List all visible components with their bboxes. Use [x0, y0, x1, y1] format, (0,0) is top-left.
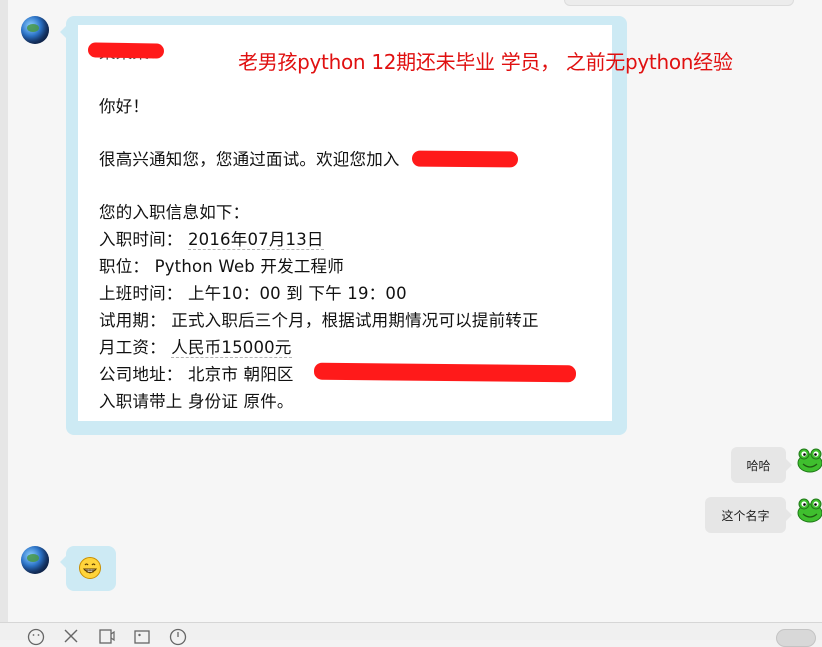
position-line: 职位： Python Web 开发工程师: [99, 253, 344, 277]
salary-label: 月工资：: [99, 338, 166, 357]
notice-line: 很高兴通知您，您通过面试。欢迎您加入: [99, 150, 400, 169]
greeting-line: 你好！: [99, 97, 150, 116]
hours-label: 上班时间：: [99, 284, 183, 303]
red-annotation-text: 老男孩python 12期还未毕业 学员， 之前无python经验: [238, 50, 733, 74]
probation-line: 试用期： 正式入职后三个月，根据试用期情况可以提前转正: [99, 307, 539, 331]
frog-avatar-icon[interactable]: [796, 446, 822, 474]
salary-line: 月工资： 人民币15000元: [99, 334, 292, 358]
contact-avatar[interactable]: [21, 546, 49, 574]
previous-message-bubble: [564, 0, 794, 6]
reply-message-2[interactable]: 这个名字: [705, 497, 792, 533]
address-value: 北京市 朝阳区: [187, 365, 294, 384]
probation-value: 正式入职后三个月，根据试用期情况可以提前转正: [171, 311, 539, 330]
toggle-switch[interactable]: [776, 629, 816, 647]
start-date-value: 2016年07月13日: [187, 230, 324, 250]
salary-value: 人民币15000元: [171, 338, 292, 358]
image-icon[interactable]: [133, 628, 151, 646]
redaction-mark-name: [87, 42, 165, 59]
address-line: 公司地址： 北京市 朝阳区: [99, 361, 294, 385]
clock-icon[interactable]: [169, 628, 187, 646]
info-heading-line: 您的入职信息如下：: [99, 203, 250, 222]
documents-line: 入职请带上 身份证 原件。: [99, 392, 294, 411]
chat-history: 某某某： 你好！ 很高兴通知您，您通过面试。欢迎您加入 您的入职信息如下： 入职…: [0, 0, 822, 622]
emoji-icon[interactable]: [27, 628, 45, 646]
emoji-message[interactable]: [60, 546, 116, 591]
hours-line: 上班时间： 上午10：00 到 下午 19：00: [99, 280, 407, 304]
scissors-icon[interactable]: [62, 628, 80, 646]
reply-message-2-text: 这个名字: [721, 508, 770, 523]
redaction-mark-company: [411, 150, 519, 168]
position-label: 职位：: [99, 257, 150, 276]
grinning-face-icon: [79, 557, 101, 579]
file-icon[interactable]: [97, 628, 115, 646]
hours-value: 上午10：00 到 下午 19：00: [187, 284, 407, 303]
input-toolbar: [0, 622, 822, 647]
probation-label: 试用期：: [99, 311, 166, 330]
address-label: 公司地址：: [99, 365, 183, 384]
frog-avatar-icon[interactable]: [796, 496, 822, 524]
position-value: Python Web 开发工程师: [154, 257, 344, 276]
redaction-mark-address: [313, 362, 577, 383]
reply-message-1[interactable]: 哈哈: [731, 447, 792, 483]
start-date-label: 入职时间：: [99, 230, 183, 249]
contact-avatar[interactable]: [21, 16, 49, 44]
start-date-line: 入职时间： 2016年07月13日: [99, 226, 324, 250]
offer-letter-image[interactable]: 某某某： 你好！ 很高兴通知您，您通过面试。欢迎您加入 您的入职信息如下： 入职…: [78, 25, 612, 421]
offer-letter-message: 某某某： 你好！ 很高兴通知您，您通过面试。欢迎您加入 您的入职信息如下： 入职…: [60, 16, 627, 435]
reply-message-1-text: 哈哈: [746, 458, 771, 473]
